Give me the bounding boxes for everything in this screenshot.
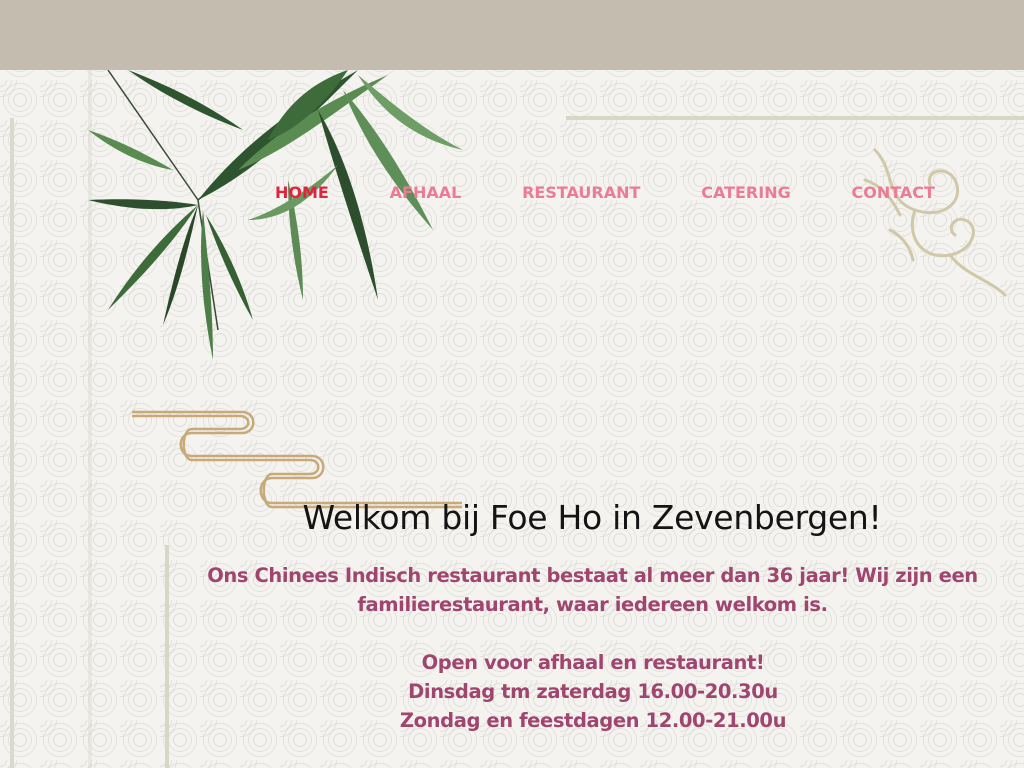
opening-hours: Open voor afhaal en restaurant! Dinsdag … [300,648,886,735]
nav-contact[interactable]: CONTACT [822,181,965,204]
nav-home[interactable]: HOME [245,181,359,204]
frame-line-left-top [0,118,14,768]
hours-line-open: Open voor afhaal en restaurant! [421,651,765,674]
bamboo-leaves-image [88,70,463,360]
hours-line-weekdays: Dinsdag tm zaterdag 16.00-20.30u [408,680,778,703]
frame-line-inner-left [165,545,169,768]
scroll-ornament-image [863,148,1007,297]
nav-catering[interactable]: CATERING [671,181,821,204]
frame-line-top-right [566,116,1024,120]
main-nav: HOME AFHAAL RESTAURANT CATERING CONTACT [245,178,965,206]
page-title: Welkom bij Foe Ho in Zevenbergen! [302,498,882,537]
nav-restaurant[interactable]: RESTAURANT [492,181,670,204]
hours-line-sunday: Zondag en feestdagen 12.00-21.00u [399,709,787,732]
top-bar [0,0,1024,70]
nav-afhaal[interactable]: AFHAAL [360,181,492,204]
intro-text: Ons Chinees Indisch restaurant bestaat a… [207,564,978,616]
